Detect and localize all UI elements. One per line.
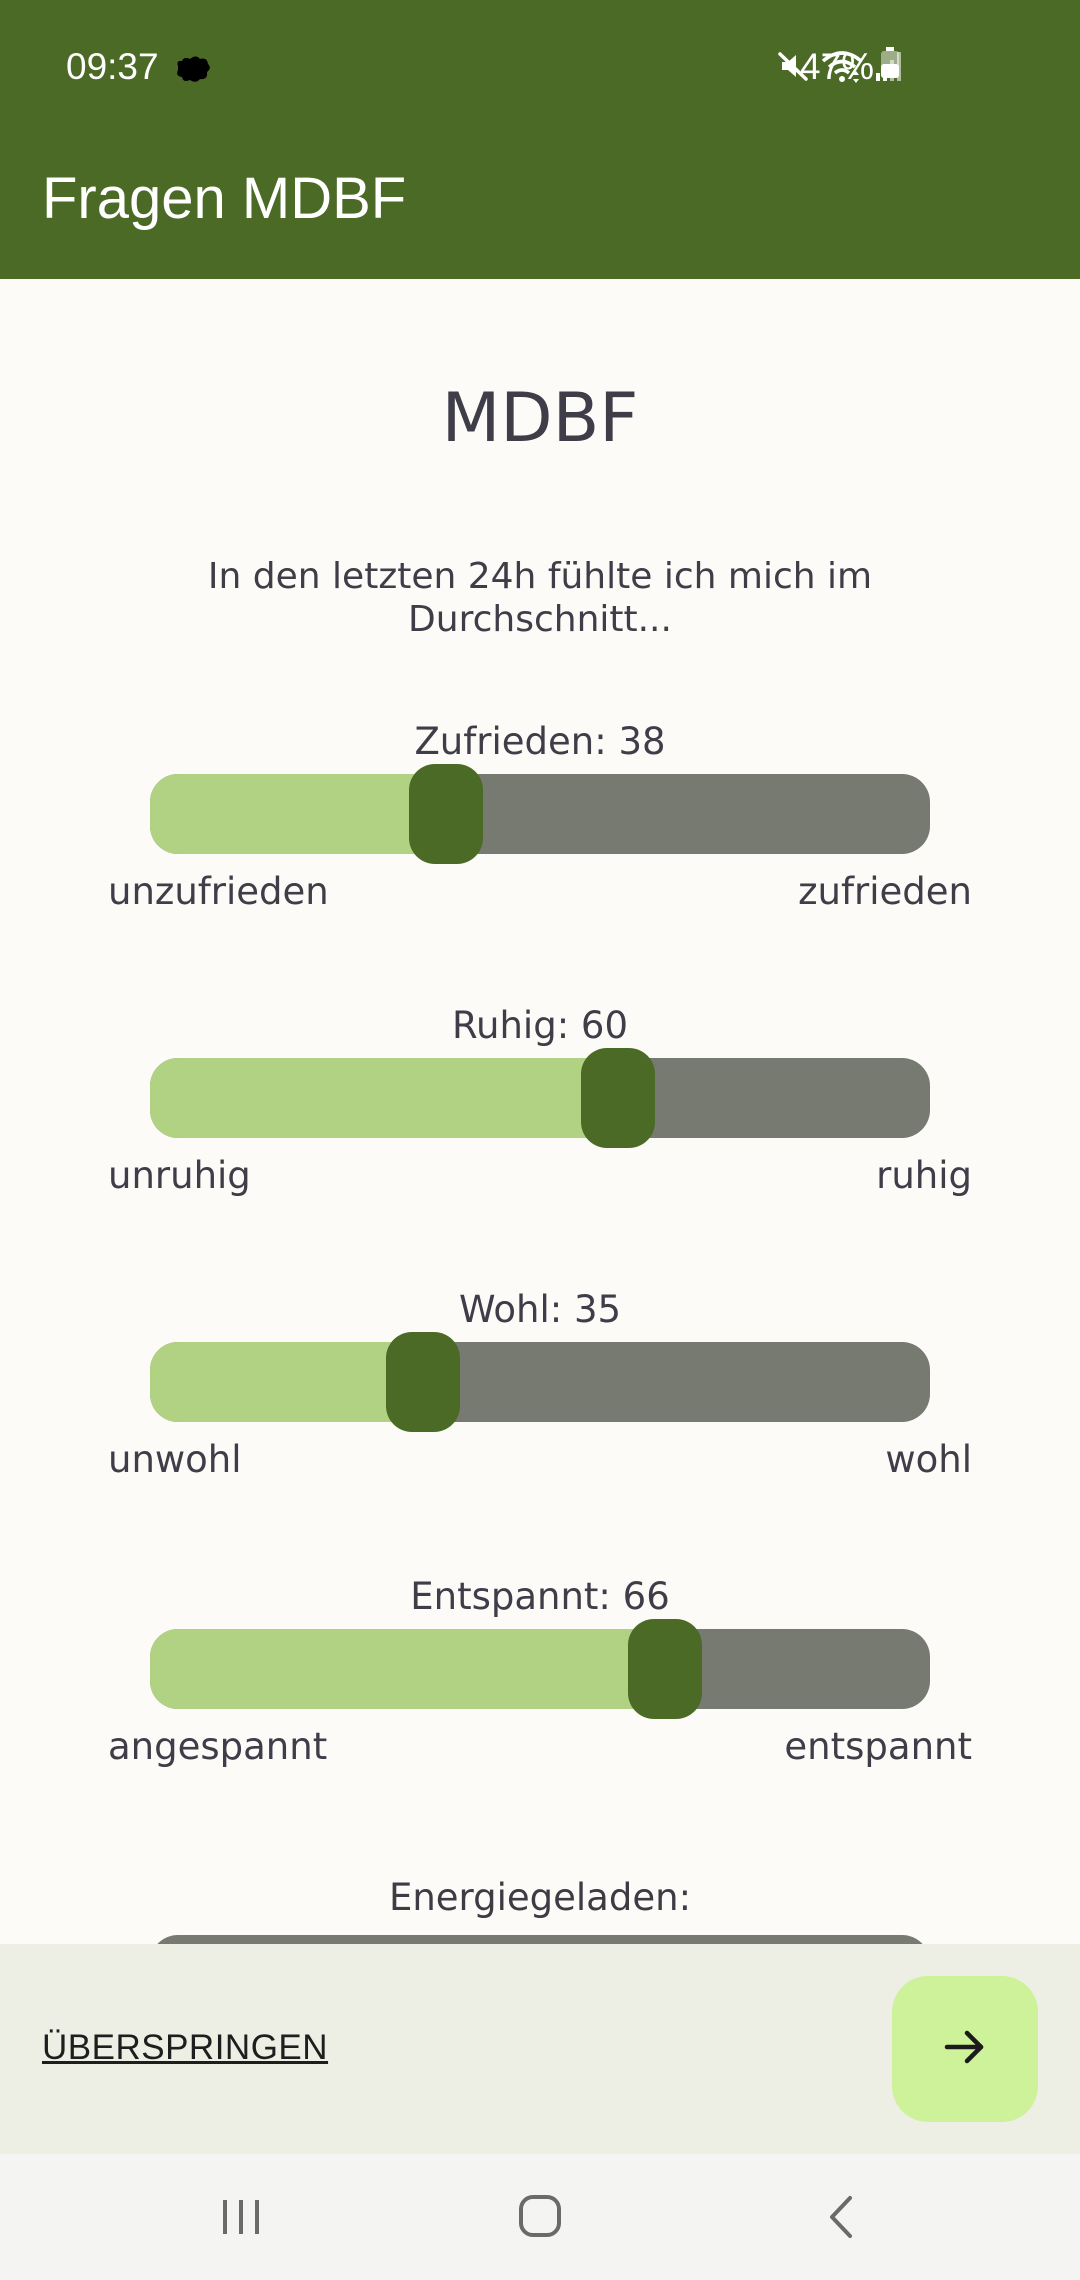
max-label: ruhig: [876, 1154, 972, 1197]
slider-wohl[interactable]: [150, 1332, 930, 1432]
back-icon[interactable]: [820, 2194, 866, 2240]
status-time: 09:37: [66, 46, 159, 87]
question-label: Zufrieden: [414, 720, 595, 763]
question-title: Zufrieden: 38: [414, 720, 666, 763]
slider-energiegeladen[interactable]: [150, 1935, 930, 1944]
min-label: unzufrieden: [108, 870, 329, 913]
question-wohl: Wohl: 35 unwohl wohl: [0, 1287, 1080, 1517]
system-navigation-bar: [0, 2154, 1080, 2280]
min-label: unruhig: [108, 1154, 251, 1197]
question-value: 66: [622, 1575, 670, 1618]
question-label: Energiegeladen: [388, 1876, 679, 1919]
max-label: entspannt: [784, 1725, 972, 1768]
slider-thumb[interactable]: [409, 764, 484, 864]
question-title: Energiegeladen:: [388, 1876, 692, 1919]
slider-thumb[interactable]: [581, 1048, 655, 1148]
creature-icon: [174, 54, 212, 84]
slider-zufrieden[interactable]: [150, 764, 930, 864]
slider-fill: [150, 1342, 423, 1422]
home-icon[interactable]: [516, 2192, 566, 2242]
app-title: Fragen MDBF: [42, 166, 407, 231]
battery-icon: [880, 44, 900, 90]
recents-icon[interactable]: [218, 2194, 264, 2240]
slider-fill: [150, 774, 447, 854]
max-label: zufrieden: [798, 870, 972, 913]
skip-button[interactable]: ÜBERSPRINGEN: [42, 2023, 328, 2073]
question-title: Entspannt: 66: [410, 1575, 670, 1618]
question-value: 35: [573, 1288, 622, 1331]
question-zufrieden: Zufrieden: 38 unzufrieden zufrieden: [0, 719, 1080, 949]
questionnaire-content[interactable]: MDBF In den letzten 24h fühlte ich mich …: [0, 279, 1080, 1944]
slider-fill: [150, 1058, 618, 1138]
max-label: wohl: [885, 1438, 972, 1481]
intro-text: In den letzten 24h fühlte ich mich im Du…: [207, 556, 873, 640]
battery-status: 47%: [800, 44, 900, 90]
slider-entspannt[interactable]: [150, 1619, 930, 1719]
question-label: Wohl: [458, 1288, 550, 1331]
bottom-action-bar: ÜBERSPRINGEN: [0, 1944, 1080, 2154]
question-entspannt: Entspannt: 66 angespannt entspannt: [0, 1574, 1080, 1804]
status-bar: 09:37 47%: [0, 0, 1080, 134]
slider-fill: [150, 1629, 665, 1709]
app-bar: Fragen MDBF: [0, 134, 1080, 279]
question-value: 38: [618, 720, 666, 763]
next-button[interactable]: [892, 1976, 1038, 2122]
question-title: Wohl: 35: [458, 1288, 622, 1331]
battery-percent: 47%: [800, 46, 875, 87]
slider-thumb[interactable]: [627, 1619, 702, 1719]
page-heading: MDBF: [441, 379, 639, 458]
min-label: unwohl: [108, 1438, 242, 1481]
question-value: 60: [580, 1004, 629, 1047]
question-title: Ruhig: 60: [451, 1004, 629, 1047]
slider-thumb[interactable]: [386, 1332, 460, 1432]
question-label: Ruhig: [451, 1004, 557, 1047]
slider-ruhig[interactable]: [150, 1048, 930, 1148]
question-ruhig: Ruhig: 60 unruhig ruhig: [0, 1003, 1080, 1233]
question-label: Entspannt: [410, 1575, 599, 1618]
min-label: angespannt: [108, 1725, 328, 1768]
arrow-right-icon: [941, 2023, 989, 2075]
